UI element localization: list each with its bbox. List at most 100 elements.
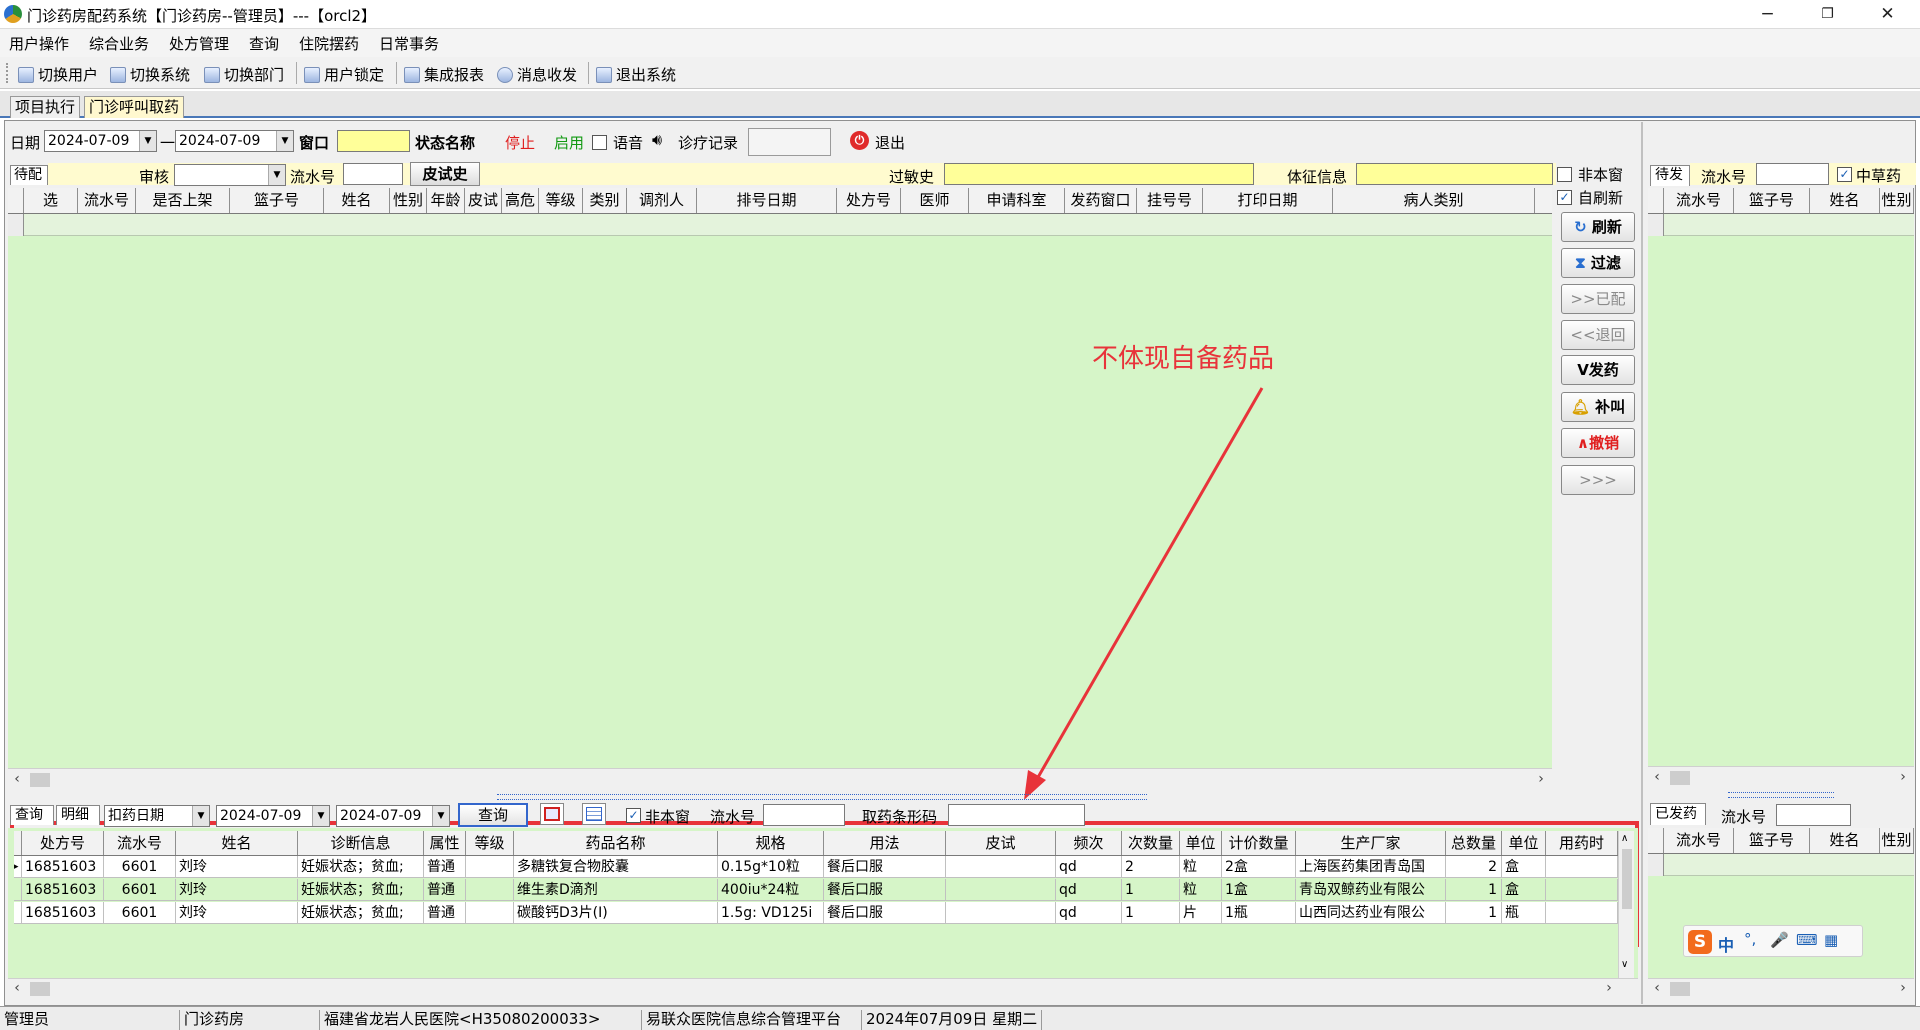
grid-menu-icon[interactable]: ▦ <box>1824 931 1838 949</box>
col-header: 用药时 <box>1546 831 1618 855</box>
col-header: 规格 <box>718 831 824 855</box>
cell-maker: 上海医药集团青岛国 <box>1296 856 1446 878</box>
tab-detail[interactable]: 明细 <box>56 805 100 825</box>
cell-level <box>466 902 514 924</box>
chevron-down-icon: ▼ <box>432 806 449 826</box>
row-indicator-header <box>1648 828 1664 853</box>
scroll-thumb[interactable] <box>1670 982 1690 996</box>
scroll-thumb[interactable] <box>30 982 50 996</box>
table-row[interactable]: ▸ 16851603 6601 刘玲 妊娠状态；贫血; 普通 多糖铁复合物胶囊 … <box>14 856 1618 878</box>
col-header: 篮子号 <box>1734 828 1810 853</box>
scroll-up-icon[interactable]: ∧ <box>1621 833 1628 844</box>
microphone-icon[interactable]: 🎤 <box>1770 931 1789 949</box>
cell-drug: 多糖铁复合物胶囊 <box>514 856 718 878</box>
bottom-date-from[interactable]: 2024-07-09 ▼ <box>216 805 330 827</box>
col-header: 姓名 <box>1810 828 1880 853</box>
cell-rx-no: 16851603 <box>22 902 104 924</box>
detail-vscrollbar[interactable]: ∧ ∨ <box>1618 831 1634 979</box>
col-header: 生产厂家 <box>1296 831 1446 855</box>
cell-attr: 普通 <box>424 879 466 901</box>
scroll-left-icon[interactable]: ‹ <box>1648 769 1666 785</box>
col-header: 属性 <box>424 831 466 855</box>
cell-serial: 6601 <box>104 902 176 924</box>
table-row[interactable]: 16851603 6601 刘玲 妊娠状态；贫血; 普通 碳酸钙D3片(Ⅰ) 1… <box>14 902 1618 924</box>
cell-time <box>1546 879 1618 901</box>
scroll-down-icon[interactable]: ∨ <box>1621 959 1628 970</box>
sogou-logo-icon: S <box>1688 930 1712 954</box>
col-header: 频次 <box>1056 831 1122 855</box>
ime-toolbar[interactable]: S 中 °, 🎤 ⌨ ▦ <box>1683 925 1863 957</box>
cell-unit2: 盒 <box>1502 856 1546 878</box>
to-dispense-empty-row[interactable] <box>1648 214 1914 236</box>
keyboard-icon[interactable]: ⌨ <box>1796 931 1818 949</box>
col-header: 计价数量 <box>1222 831 1296 855</box>
bottom-not-window-checkbox[interactable]: ✓ <box>626 808 641 823</box>
scroll-thumb[interactable] <box>1622 849 1632 909</box>
col-header: 性别 <box>1880 188 1914 213</box>
scroll-right-icon[interactable]: › <box>1600 980 1618 996</box>
rb-serial-input[interactable] <box>1776 804 1851 826</box>
cell-diagnosis: 妊娠状态；贫血; <box>298 902 424 924</box>
tab-to-dispense[interactable]: 待发 <box>1650 165 1690 186</box>
cell-attr: 普通 <box>424 902 466 924</box>
col-header: 诊断信息 <box>298 831 424 855</box>
to-dispense-grid[interactable] <box>1648 188 1914 766</box>
cell-spec: 400iu*24粒 <box>718 879 824 901</box>
cell-time <box>1546 856 1618 878</box>
scroll-thumb[interactable] <box>1670 771 1690 785</box>
cell-total: 1 <box>1446 879 1502 901</box>
ime-chinese-mode[interactable]: 中 <box>1718 932 1734 956</box>
rt-splitter-handle[interactable] <box>1728 792 1834 798</box>
col-header: 姓名 <box>176 831 298 855</box>
cell-freq: qd <box>1056 856 1122 878</box>
row-indicator-header <box>14 831 22 855</box>
cell-time <box>1546 902 1618 924</box>
rt-serial-input[interactable] <box>1756 163 1829 185</box>
barcode-input[interactable] <box>948 804 1085 826</box>
scroll-right-icon[interactable]: › <box>1894 980 1912 996</box>
scroll-left-icon[interactable]: ‹ <box>1648 980 1666 996</box>
herbal-checkbox[interactable]: ✓ <box>1837 167 1852 182</box>
cell-level <box>466 856 514 878</box>
cell-serial: 6601 <box>104 879 176 901</box>
cell-serial: 6601 <box>104 856 176 878</box>
barcode-label: 取药条形码 <box>862 808 938 826</box>
tab-dispensed[interactable]: 已发药 <box>1650 803 1706 825</box>
cell-unit: 粒 <box>1180 856 1222 878</box>
scroll-left-icon[interactable]: ‹ <box>8 980 26 996</box>
chevron-down-icon: ▼ <box>312 806 329 826</box>
col-header: 流水号 <box>1664 188 1734 213</box>
date-type-select[interactable]: 扣药日期 ▼ <box>104 805 210 827</box>
ime-punct-icon[interactable]: °, <box>1744 930 1756 948</box>
bottom-serial-label: 流水号 <box>710 808 756 826</box>
grid-settings-button[interactable] <box>582 803 606 825</box>
panel-divider <box>1641 122 1643 1004</box>
cell-maker: 青岛双鲸药业有限公 <box>1296 879 1446 901</box>
col-header: 总数量 <box>1446 831 1502 855</box>
cell-skin <box>946 856 1056 878</box>
chevron-down-icon: ▼ <box>192 806 209 826</box>
row-indicator-header <box>1648 188 1664 213</box>
tab-query[interactable]: 查询 <box>10 805 54 825</box>
detail-hscrollbar[interactable]: ‹ › <box>8 978 1638 998</box>
splitter-handle[interactable] <box>497 794 1147 800</box>
rt-hscrollbar[interactable]: ‹ › <box>1648 766 1914 788</box>
status-hospital: 福建省龙岩人民医院<H35080200033> <box>320 1010 642 1030</box>
dispensed-empty-row[interactable] <box>1648 854 1914 876</box>
row-indicator <box>14 879 22 901</box>
cell-level <box>466 879 514 901</box>
cell-name: 刘玲 <box>176 879 298 901</box>
cell-dose: 1 <box>1122 902 1180 924</box>
bottom-date-to[interactable]: 2024-07-09 ▼ <box>336 805 450 827</box>
herbal-label: 中草药 <box>1856 167 1902 185</box>
table-row[interactable]: 16851603 6601 刘玲 妊娠状态；贫血; 普通 维生素D滴剂 400i… <box>14 879 1618 901</box>
col-header: 性别 <box>1880 828 1914 853</box>
scroll-right-icon[interactable]: › <box>1894 769 1912 785</box>
dispensed-header: 流水号 篮子号 姓名 性别 <box>1648 828 1914 854</box>
bottom-serial-input[interactable] <box>763 804 845 826</box>
rb-hscrollbar[interactable]: ‹ › <box>1648 978 1914 998</box>
cell-unit: 片 <box>1180 902 1222 924</box>
query-button[interactable]: 查询 <box>458 803 528 827</box>
print-button[interactable] <box>540 803 564 825</box>
cell-maker: 山西同达药业有限公 <box>1296 902 1446 924</box>
